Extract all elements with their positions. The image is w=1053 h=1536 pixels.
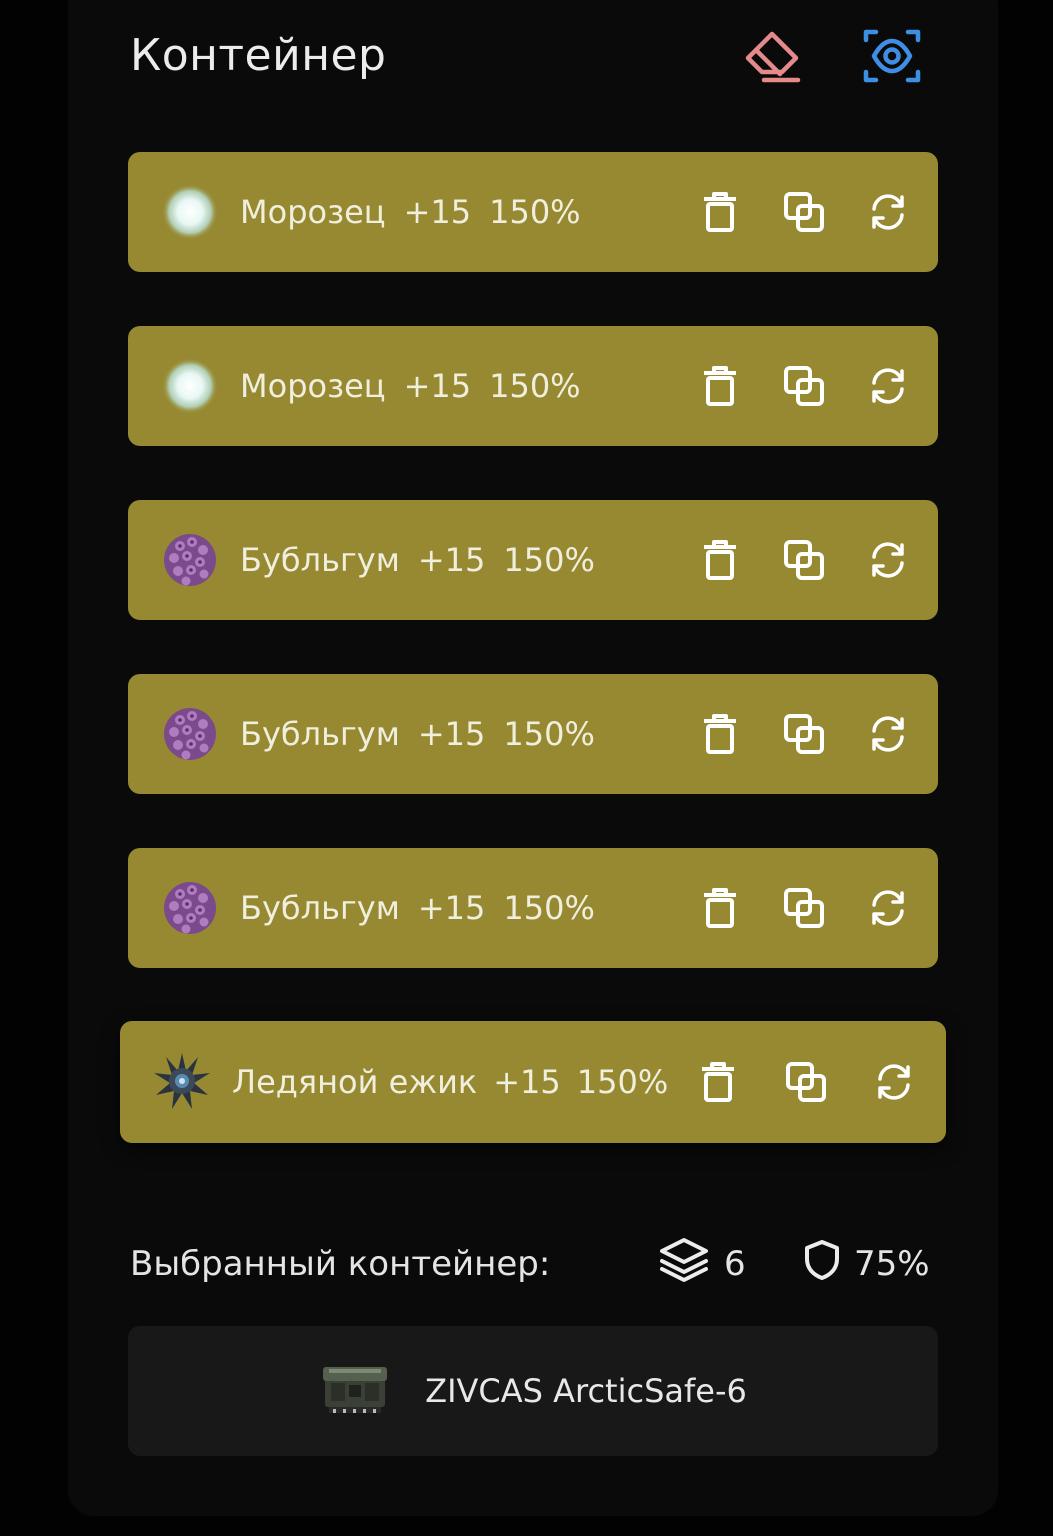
item-percent: 150% — [503, 889, 595, 927]
protection-stat: 75% — [804, 1236, 930, 1292]
item-name: Бубльгум — [240, 715, 400, 753]
frost-orb-icon — [160, 182, 220, 242]
slots-stat: 6 — [658, 1236, 746, 1292]
item-label: Ледяной ежик +15 150% — [232, 1021, 668, 1143]
item-name: Морозец — [240, 193, 386, 231]
item-name: Бубльгум — [240, 541, 400, 579]
page-title: Контейнер — [130, 30, 387, 81]
trash-icon[interactable] — [698, 712, 742, 756]
trash-icon[interactable] — [698, 364, 742, 408]
selected-container-card[interactable]: ZIVCAS ArcticSafe-6 — [128, 1326, 938, 1456]
list-item[interactable]: Морозец +15 150% — [128, 326, 938, 446]
item-label: Бубльгум +15 150% — [240, 500, 595, 620]
eye-scan-icon[interactable] — [862, 26, 922, 86]
row-actions — [698, 500, 910, 620]
item-label: Морозец +15 150% — [240, 326, 581, 446]
list-item[interactable]: Морозец +15 150% — [128, 152, 938, 272]
selected-container-label: Выбранный контейнер: — [130, 1244, 551, 1284]
item-level: +15 — [403, 367, 472, 405]
slots-count: 6 — [724, 1244, 746, 1284]
refresh-icon[interactable] — [866, 538, 910, 582]
copy-icon[interactable] — [782, 886, 826, 930]
list-item[interactable]: Ледяной ежик +15 150% — [120, 1021, 946, 1143]
list-item[interactable]: Бубльгум +15 150% — [128, 848, 938, 968]
item-name: Морозец — [240, 367, 386, 405]
item-level: +15 — [417, 889, 486, 927]
item-percent: 150% — [503, 541, 595, 579]
item-name: Ледяной ежик — [232, 1063, 478, 1101]
item-level: +15 — [403, 193, 472, 231]
row-actions — [698, 674, 910, 794]
list-item[interactable]: Бубльгум +15 150% — [128, 500, 938, 620]
ice-hedgehog-icon — [152, 1051, 212, 1111]
item-percent: 150% — [503, 715, 595, 753]
trash-icon[interactable] — [696, 1060, 740, 1104]
item-level: +15 — [493, 1063, 561, 1101]
item-label: Бубльгум +15 150% — [240, 674, 595, 794]
list-item[interactable]: Бубльгум +15 150% — [128, 674, 938, 794]
row-actions — [698, 326, 910, 446]
item-percent: 150% — [489, 367, 581, 405]
item-name: Бубльгум — [240, 889, 400, 927]
copy-icon[interactable] — [782, 712, 826, 756]
row-actions — [698, 152, 910, 272]
refresh-icon[interactable] — [866, 364, 910, 408]
trash-icon[interactable] — [698, 190, 742, 234]
item-level: +15 — [417, 541, 486, 579]
item-label: Бубльгум +15 150% — [240, 848, 595, 968]
copy-icon[interactable] — [782, 538, 826, 582]
item-label: Морозец +15 150% — [240, 152, 581, 272]
container-name: ZIVCAS ArcticSafe-6 — [425, 1372, 747, 1410]
row-actions — [696, 1021, 916, 1143]
item-percent: 150% — [489, 193, 581, 231]
bubblegum-icon — [160, 704, 220, 764]
refresh-icon[interactable] — [866, 886, 910, 930]
refresh-icon[interactable] — [866, 712, 910, 756]
copy-icon[interactable] — [784, 1060, 828, 1104]
trash-icon[interactable] — [698, 538, 742, 582]
refresh-icon[interactable] — [866, 190, 910, 234]
container-icon — [319, 1359, 391, 1423]
copy-icon[interactable] — [782, 190, 826, 234]
protection-percent: 75% — [854, 1244, 930, 1284]
header: Контейнер — [130, 26, 938, 86]
trash-icon[interactable] — [698, 886, 742, 930]
shield-icon — [804, 1239, 840, 1290]
row-actions — [698, 848, 910, 968]
refresh-icon[interactable] — [872, 1060, 916, 1104]
item-percent: 150% — [576, 1063, 669, 1101]
copy-icon[interactable] — [782, 364, 826, 408]
layers-icon — [658, 1237, 710, 1292]
frost-orb-icon — [160, 356, 220, 416]
bubblegum-icon — [160, 878, 220, 938]
item-level: +15 — [417, 715, 486, 753]
eraser-icon[interactable] — [742, 26, 802, 86]
selected-container-row: Выбранный контейнер: 6 75% — [130, 1236, 938, 1292]
bubblegum-icon — [160, 530, 220, 590]
